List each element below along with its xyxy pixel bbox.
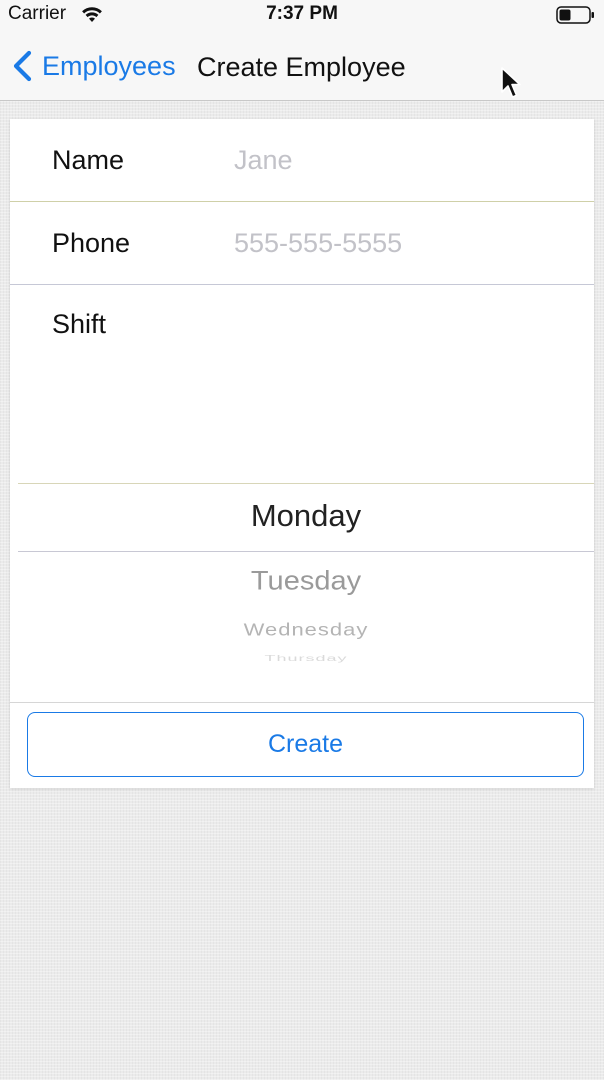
phone-input[interactable] [234,226,574,260]
picker-item[interactable]: Tuesday [18,566,594,596]
status-bar: Carrier 7:37 PM [0,0,604,30]
name-label: Name [52,145,125,175]
chevron-left-icon [13,50,32,82]
button-divider [10,702,594,703]
mouse-cursor-icon [501,67,521,98]
back-button-label: Employees [42,51,176,81]
clock-label: 7:37 PM [266,3,338,24]
picker-item[interactable]: Thursday [18,654,594,663]
employee-form-card: Name Phone Shift Monday Tuesday Wednesda… [10,119,594,788]
picker-item-selected[interactable]: Monday [18,498,594,534]
phone-row: Phone [10,202,594,284]
create-button[interactable]: Create [27,712,584,777]
name-row: Name [10,119,594,201]
picker-selection-bottom-line [18,551,594,552]
battery-icon [556,6,594,24]
shift-picker[interactable]: Monday Tuesday Wednesday Thursday [18,464,594,694]
back-button[interactable]: Employees [10,48,176,84]
name-input[interactable] [234,143,574,177]
picker-item[interactable]: Wednesday [18,620,594,640]
page-title: Create Employee [197,52,406,82]
shift-label: Shift [52,309,107,339]
picker-selection-top-line [18,483,594,484]
phone-label: Phone [52,228,131,258]
